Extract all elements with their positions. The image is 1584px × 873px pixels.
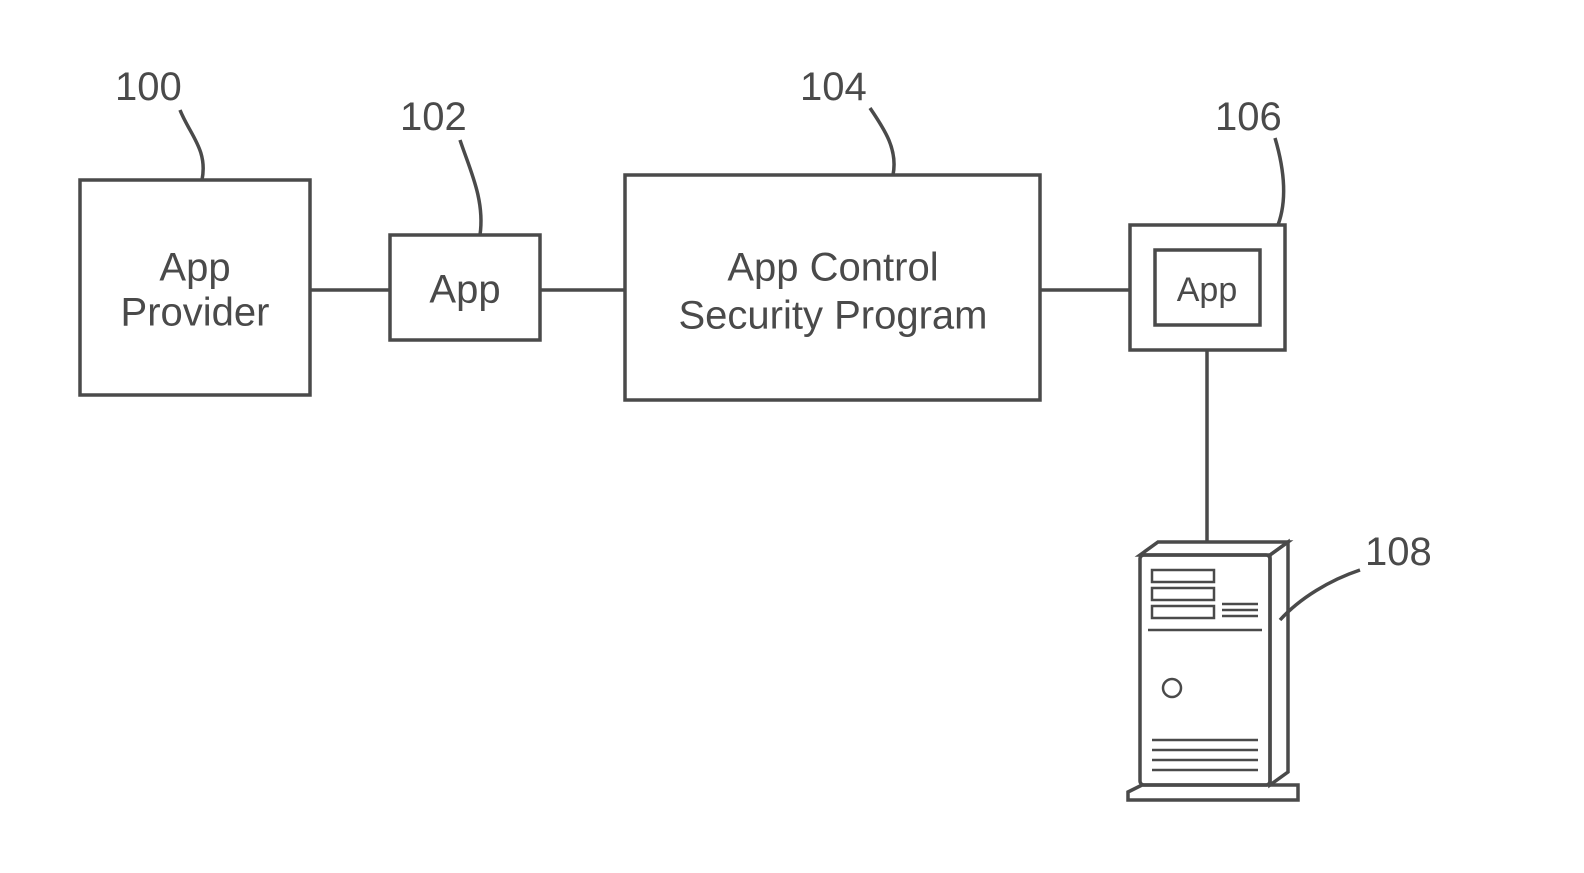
label-106: 106 [1215, 95, 1282, 139]
leader-104 [870, 108, 894, 175]
label-100: 100 [115, 65, 182, 109]
server-icon [1128, 542, 1298, 800]
wrapped-app-text: App [1177, 271, 1238, 309]
leader-100 [180, 110, 203, 180]
label-108: 108 [1365, 530, 1432, 574]
control-text-1: App Control [727, 246, 938, 290]
label-102: 102 [400, 95, 467, 139]
app-provider-text-1: App [159, 246, 230, 290]
app-provider-text-2: Provider [121, 291, 270, 335]
system-diagram: App Provider 100 App 102 App Control Sec… [0, 0, 1584, 873]
control-text-2: Security Program [679, 294, 988, 338]
leader-102 [460, 140, 481, 235]
leader-108 [1280, 570, 1360, 620]
app-text-1: App [429, 268, 500, 312]
leader-106 [1275, 138, 1284, 225]
label-104: 104 [800, 65, 867, 109]
